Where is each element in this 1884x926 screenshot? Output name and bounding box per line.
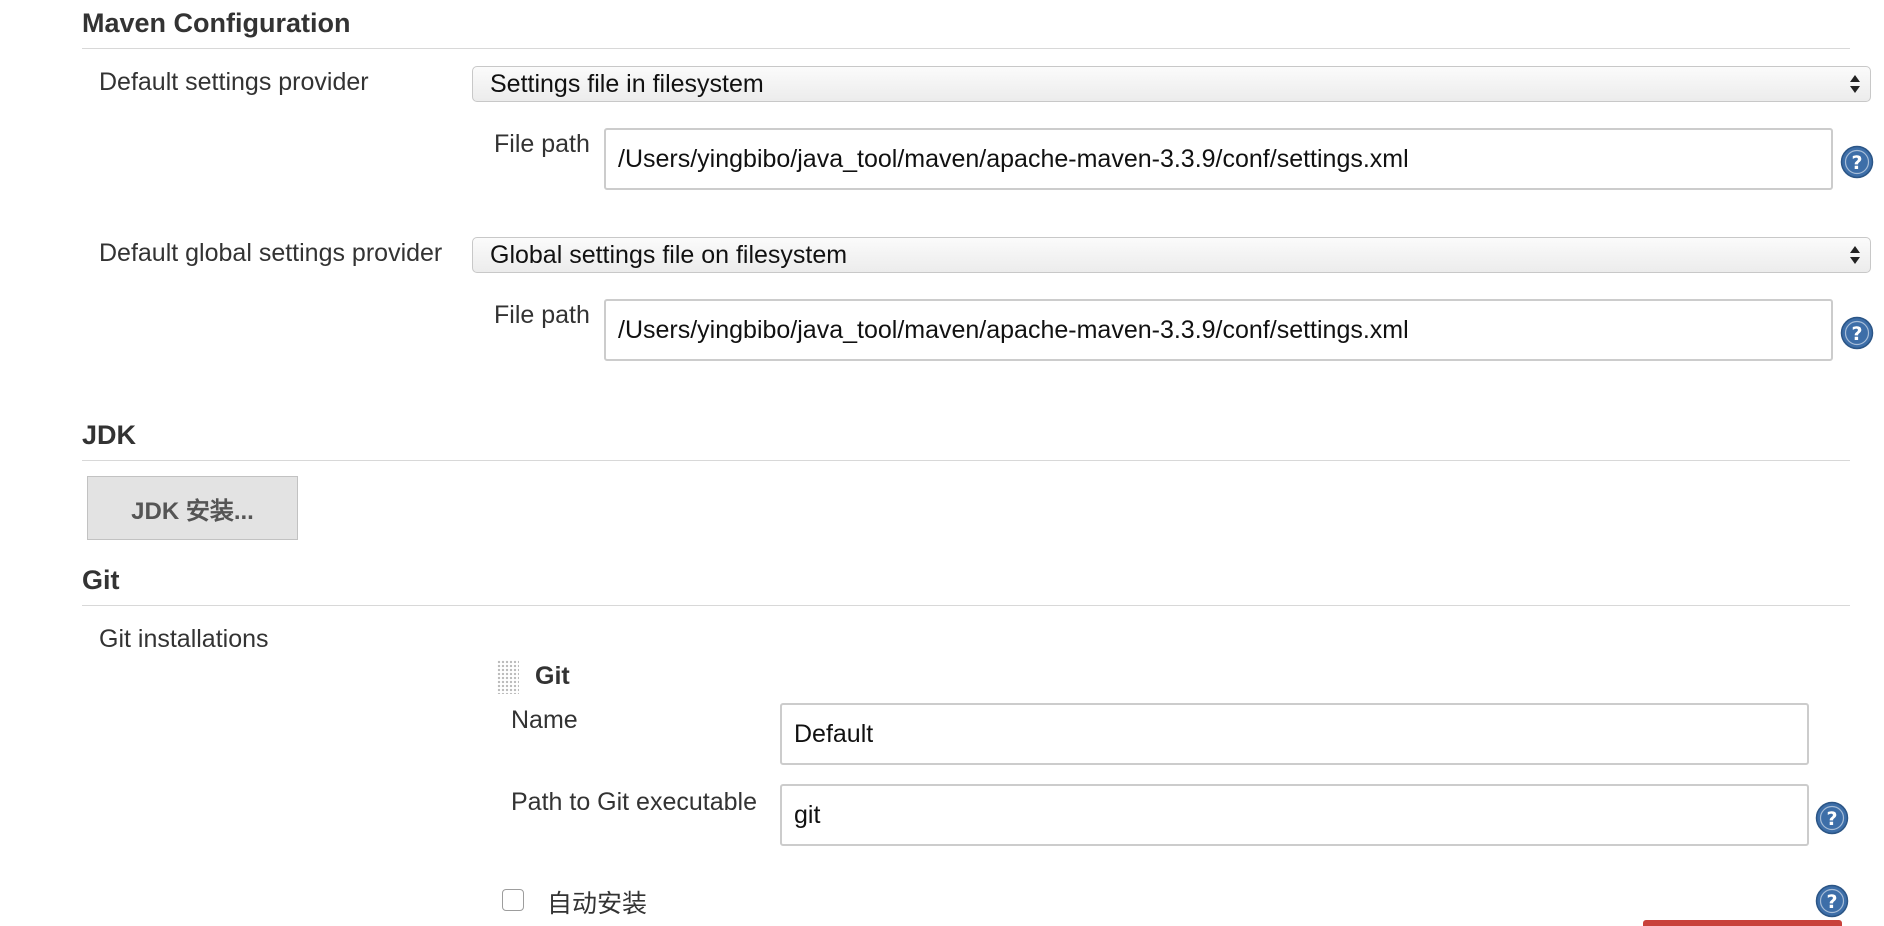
maven-section-divider	[82, 48, 1850, 49]
svg-text:?: ?	[1851, 152, 1862, 174]
auto-install-label: 自动安装	[547, 890, 648, 918]
global-settings-provider-label: Default global settings provider	[99, 239, 443, 267]
help-icon[interactable]: ?	[1815, 801, 1849, 835]
global-settings-file-path-label: File path	[494, 301, 590, 329]
help-icon[interactable]: ?	[1815, 884, 1849, 918]
svg-text:?: ?	[1851, 323, 1862, 345]
auto-install-checkbox[interactable]	[502, 889, 524, 911]
drag-handle-icon[interactable]	[497, 660, 519, 694]
jdk-section-title: JDK	[82, 420, 137, 450]
git-section-title: Git	[82, 565, 120, 595]
git-installations-label: Git installations	[99, 625, 269, 653]
jdk-section-divider	[82, 460, 1850, 461]
svg-text:?: ?	[1826, 808, 1837, 830]
git-path-label: Path to Git executable	[511, 788, 757, 816]
git-name-label: Name	[511, 706, 578, 734]
help-icon[interactable]: ?	[1840, 316, 1874, 350]
select-arrows-icon	[1850, 75, 1860, 93]
global-settings-provider-selected: Global settings file on filesystem	[490, 241, 848, 269]
svg-text:?: ?	[1826, 891, 1837, 913]
help-icon[interactable]: ?	[1840, 145, 1874, 179]
git-name-input[interactable]	[780, 703, 1809, 765]
select-arrows-icon	[1850, 246, 1860, 264]
global-settings-provider-select[interactable]: Global settings file on filesystem	[472, 237, 1871, 273]
git-section-divider	[82, 605, 1850, 606]
settings-provider-selected: Settings file in filesystem	[490, 70, 764, 98]
settings-file-path-label: File path	[494, 130, 590, 158]
maven-section-title: Maven Configuration	[82, 8, 351, 38]
global-settings-file-path-input[interactable]	[604, 299, 1833, 361]
git-path-input[interactable]	[780, 784, 1809, 846]
jdk-install-button[interactable]: JDK 安装...	[87, 476, 298, 540]
settings-file-path-input[interactable]	[604, 128, 1833, 190]
settings-provider-select[interactable]: Settings file in filesystem	[472, 66, 1871, 102]
settings-provider-label: Default settings provider	[99, 68, 369, 96]
git-installation-title: Git	[535, 662, 570, 690]
delete-git-button[interactable]	[1643, 920, 1842, 926]
